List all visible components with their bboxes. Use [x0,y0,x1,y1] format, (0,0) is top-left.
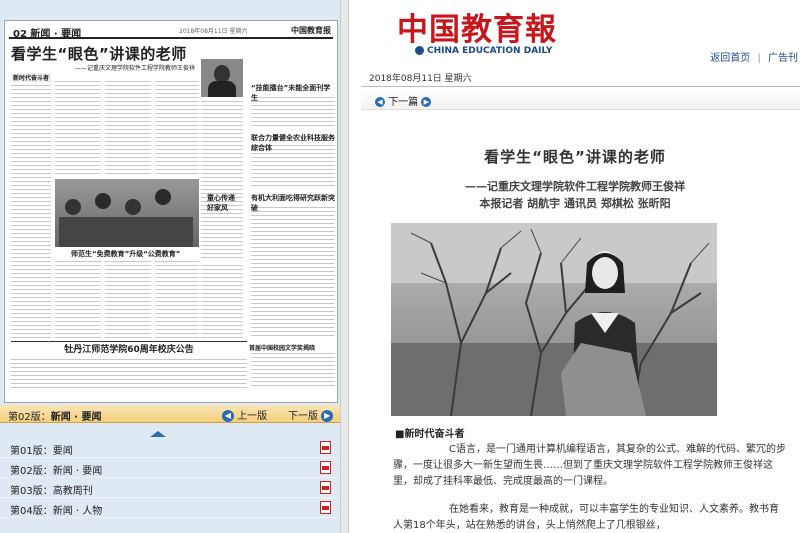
thumb-header: 02 新闻 · 要闻 2018年08月11日 星期六 中国教育报 [9,25,333,40]
top-links: 返回首页 | 广告刊 [706,49,798,64]
link-separator: | [757,53,761,64]
article-paragraph: 在她看来，教育是一种成就，可以丰富学生的专业知识、人文素养。教书育人第18个年头… [393,504,779,531]
thumb-brief-1[interactable]: 联合力量健全农业科技服务综合体 [251,133,337,153]
page-list-item[interactable]: 第02版：新闻 · 要闻 [0,458,348,478]
thumb-side-headline[interactable]: “技能擂台”未能全面刊学生 [251,83,337,103]
thumb-edition: 02 新闻 · 要闻 [13,29,82,40]
newspaper-page-thumbnail[interactable]: 02 新闻 · 要闻 2018年08月11日 星期六 中国教育报 看学生“眼色”… [4,20,338,403]
collapse-arrow-icon[interactable] [150,431,166,437]
thumb-date: 2018年08月11日 星期六 [179,28,248,35]
page-list: 第01版：要闻 第02版：新闻 · 要闻 第03版：高教周刊 第04版：新闻 ·… [0,438,348,518]
thumb-headline[interactable]: 看学生“眼色”讲课的老师 [11,43,187,64]
thumb-photo-title: 童心传递好家风 [207,194,235,212]
arrow-right-icon: ▶ [321,410,334,422]
header-divider [361,86,800,87]
thumb-subhead: ——记重庆文理学院软件工程学院教师王俊祥 [75,65,196,72]
pdf-icon[interactable] [320,441,331,454]
article-title: 看学生“眼色”讲课的老师 [484,148,666,166]
article-subtitle: ——记重庆文理学院软件工程学院教师王俊祥 [465,180,685,193]
brand-english: CHINA EDUCATION DAILY [415,46,552,56]
arrow-left-icon: ◀ [375,97,385,107]
edition-panel: 02 新闻 · 要闻 2018年08月11日 星期六 中国教育报 看学生“眼色”… [0,0,348,533]
page-list-item[interactable]: 第03版：高教周刊 [0,478,348,498]
home-link[interactable]: 返回首页 [710,53,750,64]
section-heading: ■新时代奋斗者 [395,429,465,440]
next-page-button[interactable]: 下一版 ▶ [288,407,334,422]
article-nav-bar: ◀ 下一篇 ▶ [361,90,800,110]
page-list-item[interactable]: 第01版：要闻 [0,438,348,458]
globe-icon [415,46,424,55]
pdf-icon[interactable] [320,461,331,474]
thumb-announcement[interactable]: 牡丹江师范学院60周年校庆公告 [11,341,247,355]
teacher-photo-illustration [391,223,717,416]
ad-link[interactable]: 广告刊 [768,53,798,64]
prev-page-button[interactable]: ◀ 上一版 [222,407,267,422]
page-nav-bar: 第02版：新闻 · 要闻 ◀ 上一版 下一版 ▶ [0,405,348,423]
page-list-item[interactable]: 第04版：新闻 · 人物 [0,498,348,518]
arrow-left-icon: ◀ [222,410,234,422]
pdf-icon[interactable] [320,481,331,494]
thumb-logo: 中国教育报 [291,25,331,35]
issue-date: 2018年08月11日 星期六 [369,74,472,84]
thumb-portrait [201,59,243,97]
left-scrollbar[interactable] [340,0,348,533]
thumb-group-photo [55,179,199,247]
article-photo [391,223,717,416]
current-page-label: 第02版：新闻 · 要闻 [8,412,102,423]
article-panel: 中国教育報 CHINA EDUCATION DAILY 返回首页 | 广告刊 2… [348,0,800,533]
brand-logo[interactable]: 中国教育報 [397,4,557,49]
next-article-button[interactable]: ◀ 下一篇 ▶ [375,93,432,108]
thumb-section-label: 新时代奋斗者 [11,73,52,82]
thumb-announcement-2[interactable]: 首届中国校园文学奖揭晓 [249,343,315,352]
thumb-brief-2[interactable]: 有机大利面吃得研究跃新突破 [251,193,337,213]
article-byline: 本报记者 胡航宇 通讯员 郑棋松 张昕阳 [479,197,671,210]
article-paragraph: C语言，是一门通用计算机编程语言，其复杂的公式、难解的代码、繁冗的步骤，一度让很… [393,444,786,487]
arrow-right-icon: ▶ [421,97,432,107]
thumb-photo-caption[interactable]: 师范生“免费教育”升级“公费教育” [71,249,180,259]
pdf-icon[interactable] [320,501,331,514]
